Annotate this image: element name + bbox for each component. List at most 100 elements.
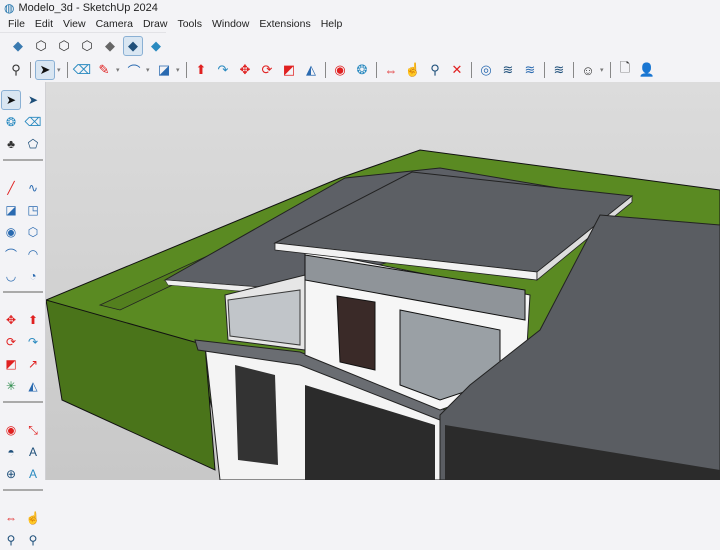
follow-me-button[interactable]: ↷ bbox=[23, 332, 43, 352]
offset-button[interactable]: ↗ bbox=[23, 354, 43, 374]
pan-button[interactable]: ☝ bbox=[403, 60, 423, 80]
tape-measure-button[interactable]: ◉ bbox=[1, 420, 21, 440]
zoom-tool-button[interactable]: ⚲ bbox=[425, 60, 445, 80]
iso-button[interactable]: ◆ bbox=[8, 36, 28, 56]
follow-me-button[interactable]: ↷ bbox=[213, 60, 233, 80]
right-view-button[interactable]: ⬡ bbox=[77, 36, 97, 56]
tag-button[interactable]: ⬠ bbox=[23, 134, 43, 154]
orbit-button[interactable]: ⇔ bbox=[381, 60, 401, 80]
separator bbox=[573, 62, 574, 78]
pan-icon: ☝ bbox=[25, 511, 41, 525]
zoom-button[interactable]: ⚲ bbox=[1, 530, 21, 550]
paint-bucket-button[interactable]: ❂ bbox=[1, 112, 21, 132]
scale-button[interactable]: ◩ bbox=[1, 354, 21, 374]
axes-button[interactable]: ⊕ bbox=[1, 464, 21, 484]
bottom-view-button[interactable]: ◆ bbox=[146, 36, 166, 56]
zoom-extents-button[interactable]: ✕ bbox=[447, 60, 467, 80]
select-button[interactable]: ➤ bbox=[1, 90, 21, 110]
pan-button[interactable]: ☝ bbox=[23, 508, 43, 528]
lasso-select-button[interactable]: ➤ bbox=[23, 90, 43, 110]
offset-button[interactable]: ◭ bbox=[301, 60, 321, 80]
back-view-button[interactable]: ◆ bbox=[100, 36, 120, 56]
add-user-button[interactable]: 👤 bbox=[637, 60, 657, 80]
push-pull-icon: ⬆ bbox=[195, 62, 207, 77]
eraser-button[interactable]: ⌫ bbox=[23, 112, 43, 132]
rectangle-button[interactable]: ◪ bbox=[154, 60, 174, 80]
menu-draw[interactable]: Draw bbox=[138, 18, 173, 30]
front-view-icon: ⬡ bbox=[58, 37, 70, 53]
push-pull-button[interactable]: ⬆ bbox=[191, 60, 211, 80]
chevron-down-icon[interactable]: ▾ bbox=[57, 66, 63, 74]
flip-button[interactable]: ✳ bbox=[1, 376, 21, 396]
circle-button[interactable]: ◉ bbox=[1, 222, 21, 242]
account-button[interactable]: ☺ bbox=[578, 60, 598, 80]
rotate-button[interactable]: ⟳ bbox=[257, 60, 277, 80]
polygon-button[interactable]: ⬡ bbox=[23, 222, 43, 242]
layout-icon: ≋ bbox=[524, 62, 536, 77]
rotated-rectangle-button[interactable]: ◳ bbox=[23, 200, 43, 220]
lasso-select-icon: ➤ bbox=[27, 93, 39, 107]
menu-edit[interactable]: Edit bbox=[30, 18, 58, 30]
pie-button[interactable]: ◔ bbox=[23, 266, 43, 286]
make-component-icon: ♣ bbox=[7, 137, 15, 151]
zoom-button[interactable]: ⚲ bbox=[6, 60, 26, 80]
dimension-button[interactable]: ⤡ bbox=[23, 420, 43, 440]
menu-file[interactable]: File bbox=[3, 18, 30, 30]
tape-measure-button[interactable]: ◉ bbox=[330, 60, 350, 80]
solid-tools-button[interactable]: ◭ bbox=[23, 376, 43, 396]
layout-button[interactable]: ≋ bbox=[520, 60, 540, 80]
offset-icon: ↗ bbox=[27, 357, 39, 371]
main-toolbar: ⚲ ➤ ▾ ⌫ ✎ ▾ ⌒ ▾ ◪ ▾ ⬆ ↷ ✥ ⟳ ◩ ◭ ◉ ❂ ⇔ ☝ ⚲ ✕ ◎ ≋ ≋ ≋ ☺ ▾ 🗋 👤 bbox=[0, 58, 720, 82]
top-view-button[interactable]: ⬡ bbox=[31, 36, 51, 56]
new-file-button[interactable]: 🗋 bbox=[615, 60, 635, 80]
freehand-button[interactable]: ∿ bbox=[23, 178, 43, 198]
menu-tools[interactable]: Tools bbox=[172, 18, 207, 30]
protractor-button[interactable]: ◓ bbox=[1, 442, 21, 462]
menu-window[interactable]: Window bbox=[207, 18, 254, 30]
text-button[interactable]: A bbox=[23, 442, 43, 462]
menu-help[interactable]: Help bbox=[316, 18, 348, 30]
separator bbox=[3, 291, 43, 293]
push-pull-button[interactable]: ⬆ bbox=[23, 310, 43, 330]
window-title: Modelo_3d - SketchUp 2024 bbox=[18, 2, 158, 14]
scale-button[interactable]: ◩ bbox=[279, 60, 299, 80]
text-icon: A bbox=[28, 445, 37, 459]
menu-bar: File Edit View Camera Draw Tools Window Extensi… bbox=[0, 16, 720, 31]
menu-extensions[interactable]: Extensions bbox=[254, 18, 315, 30]
orbit-button[interactable]: ⇔ bbox=[1, 508, 21, 528]
3d-warehouse-icon: ◎ bbox=[480, 62, 492, 77]
front-view-button[interactable]: ⬡ bbox=[54, 36, 74, 56]
solid-tools-icon: ◭ bbox=[28, 379, 38, 393]
rectangle-button[interactable]: ◪ bbox=[1, 200, 21, 220]
zoom-window-button[interactable]: ⚲ bbox=[23, 530, 43, 550]
make-component-button[interactable]: ♣ bbox=[1, 134, 21, 154]
rotate-button[interactable]: ⟳ bbox=[1, 332, 21, 352]
rotate-icon: ⟳ bbox=[261, 62, 273, 77]
extension-manager-button[interactable]: ≋ bbox=[549, 60, 569, 80]
menu-camera[interactable]: Camera bbox=[91, 18, 138, 30]
chevron-down-icon[interactable]: ▾ bbox=[176, 66, 182, 74]
separator bbox=[544, 62, 545, 78]
paint-bucket-button[interactable]: ❂ bbox=[352, 60, 372, 80]
pencil-button[interactable]: ✎ bbox=[94, 60, 114, 80]
3d-viewport[interactable] bbox=[44, 82, 720, 481]
extension-warehouse-button[interactable]: ≋ bbox=[498, 60, 518, 80]
line-button[interactable]: ╱ bbox=[1, 178, 21, 198]
3-point-arc-button[interactable]: ◡ bbox=[1, 266, 21, 286]
chevron-down-icon[interactable]: ▾ bbox=[116, 66, 122, 74]
arc-button[interactable]: ⌒ bbox=[124, 60, 144, 80]
eraser-button[interactable]: ⌫ bbox=[72, 60, 92, 80]
select-button[interactable]: ➤ bbox=[35, 60, 55, 80]
new-file-icon: 🗋 bbox=[619, 60, 631, 75]
arc-button[interactable]: ⌒ bbox=[1, 244, 21, 264]
move-icon: ✥ bbox=[5, 313, 17, 327]
chevron-down-icon[interactable]: ▾ bbox=[600, 66, 606, 74]
3d-text-button[interactable]: A bbox=[23, 464, 43, 484]
left-view-button[interactable]: ◆ bbox=[123, 35, 143, 56]
2-point-arc-button[interactable]: ◠ bbox=[23, 244, 43, 264]
move-button[interactable]: ✥ bbox=[235, 60, 255, 80]
chevron-down-icon[interactable]: ▾ bbox=[146, 66, 152, 74]
3d-warehouse-button[interactable]: ◎ bbox=[476, 60, 496, 80]
move-button[interactable]: ✥ bbox=[1, 310, 21, 330]
menu-view[interactable]: View bbox=[58, 18, 91, 30]
